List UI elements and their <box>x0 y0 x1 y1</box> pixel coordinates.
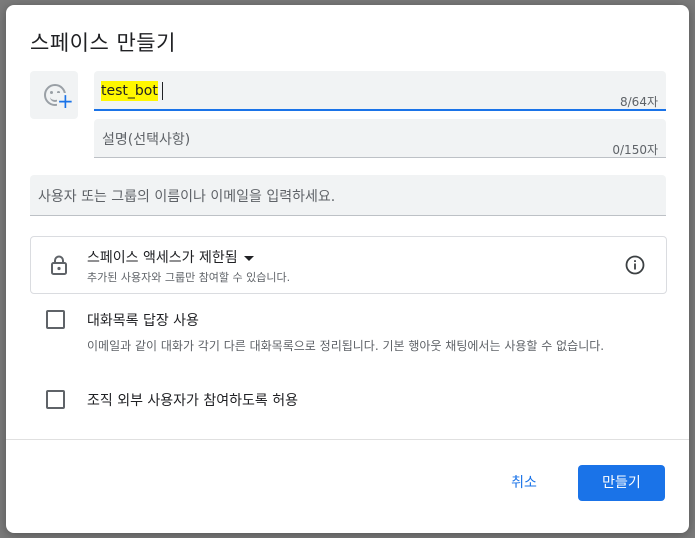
access-title: 스페이스 액세스가 제한됨 <box>87 250 238 266</box>
access-setting: 스페이스 액세스가 제한됨 추가된 사용자와 그룹만 참여할 수 있습니다. <box>30 236 667 294</box>
description-char-counter: 0/150자 <box>612 143 658 157</box>
people-input[interactable]: 사용자 또는 그룹의 이름이나 이메일을 입력하세요. <box>30 175 666 216</box>
threaded-replies-description: 이메일과 같이 대화가 각기 다른 대화목록으로 정리됩니다. 기본 행아웃 채… <box>87 339 605 353</box>
lock-icon <box>51 255 67 275</box>
emoji-picker-button[interactable]: + <box>30 71 78 119</box>
external-users-checkbox[interactable] <box>46 390 65 409</box>
people-placeholder: 사용자 또는 그룹의 이름이나 이메일을 입력하세요. <box>38 189 336 205</box>
dialog-title: 스페이스 만들기 <box>30 31 176 55</box>
description-placeholder: 설명(선택사항) <box>102 132 191 148</box>
external-users-label: 조직 외부 사용자가 참여하도록 허용 <box>87 393 298 409</box>
access-dropdown[interactable]: 스페이스 액세스가 제한됨 <box>87 247 254 267</box>
create-button[interactable]: 만들기 <box>578 465 665 501</box>
dropdown-arrow-icon <box>243 255 254 261</box>
description-input[interactable]: 설명(선택사항) 0/150자 <box>94 119 666 158</box>
threaded-replies-checkbox[interactable] <box>46 310 65 329</box>
footer-divider <box>6 439 689 440</box>
cancel-button[interactable]: 취소 <box>498 465 550 501</box>
name-char-counter: 8/64자 <box>620 95 658 109</box>
access-subtitle: 추가된 사용자와 그룹만 참여할 수 있습니다. <box>87 271 291 284</box>
create-space-dialog: 스페이스 만들기 + test_bot 8/64자 설명(선택사항) 0/150… <box>6 5 689 533</box>
threaded-replies-label: 대화목록 답장 사용 <box>87 313 199 329</box>
text-caret <box>162 82 163 100</box>
space-name-value: test_bot <box>101 81 158 101</box>
info-icon[interactable] <box>625 255 645 275</box>
space-name-input[interactable]: test_bot 8/64자 <box>94 71 666 111</box>
